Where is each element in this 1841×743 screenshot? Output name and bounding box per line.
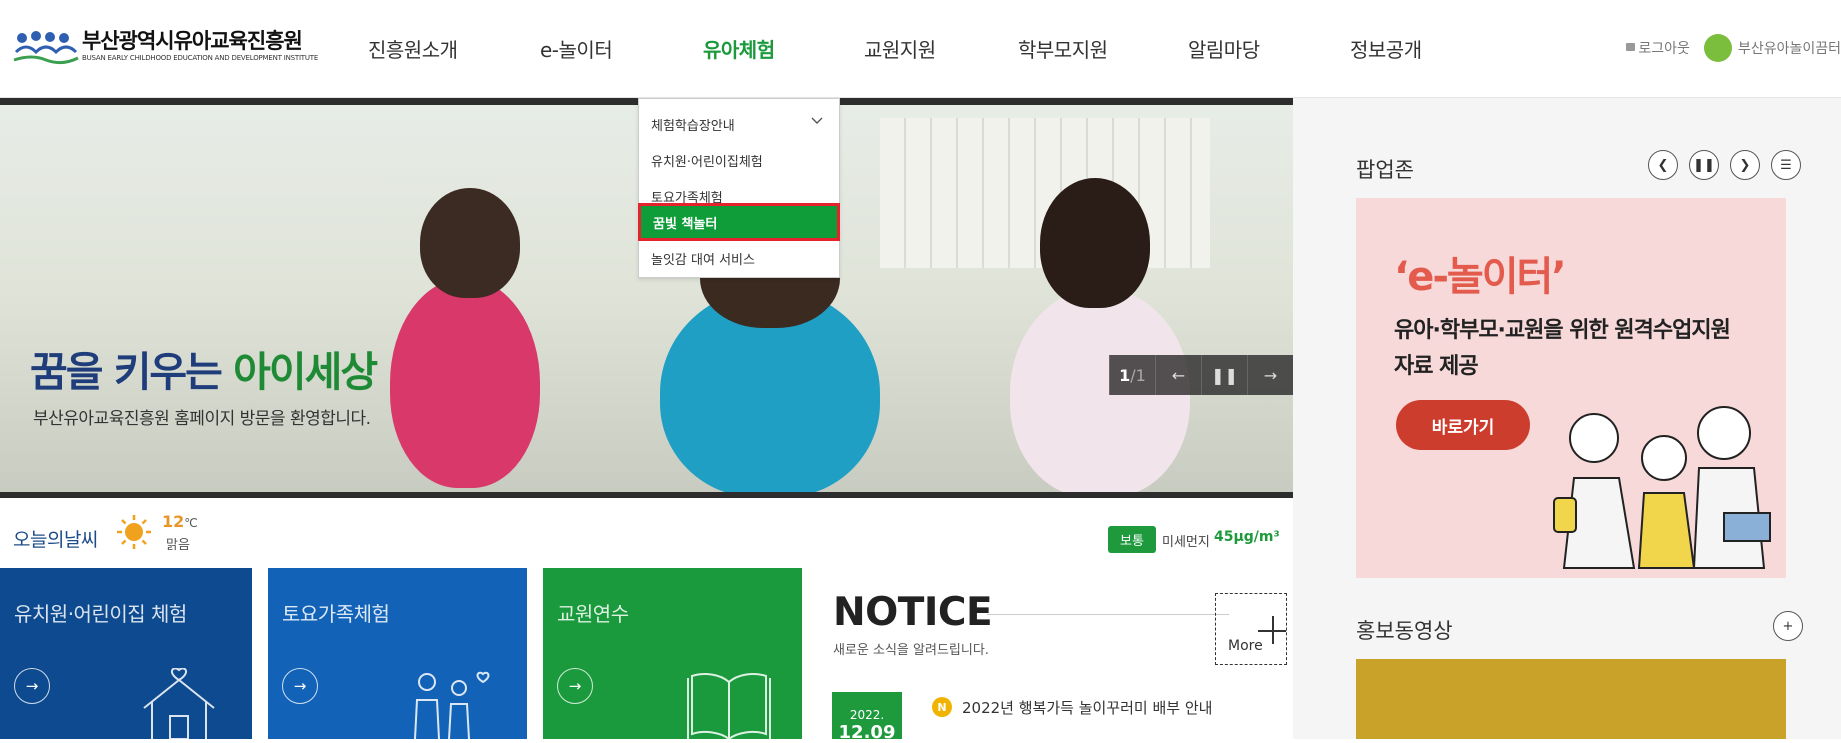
tile-teacher-training[interactable]: 교원연수 → (543, 568, 802, 739)
popup-prev-button[interactable]: ❮ (1648, 150, 1678, 180)
nav-item-disclosure[interactable]: 정보공개 (1350, 34, 1422, 63)
arrow-right-icon: → (1263, 365, 1278, 385)
popup-pause-button[interactable]: ❚❚ (1689, 150, 1719, 180)
temperature-value: 12 (162, 512, 185, 531)
logout-link[interactable]: 로그아웃 (1638, 38, 1690, 58)
banner-bottom-bar (0, 492, 1293, 498)
temperature-unit: ℃ (184, 516, 198, 530)
banner-counter-total: /1 (1130, 365, 1146, 385)
submenu-item-kindergarten-experience[interactable]: 유치원·어린이집체험 (639, 143, 839, 177)
tile-kindergarten-experience[interactable]: 유치원·어린이집 체험 → (0, 568, 252, 739)
banner-child-hair-3 (1040, 178, 1150, 308)
popup-line-2: 자료 제공 (1394, 354, 1479, 379)
site-logo[interactable]: 부산광역시유아교육진흥원 BUSAN EARLY CHILDHOOD EDUCA… (12, 20, 318, 70)
submenu-item-label: 체험학습장안내 (651, 118, 735, 134)
nav-item-institute[interactable]: 진흥원소개 (368, 34, 458, 63)
banner-controls: 1/1 ← ❚❚ → (1109, 355, 1293, 395)
popup-next-button[interactable]: ❯ (1730, 150, 1760, 180)
notice-divider (987, 614, 1229, 615)
popup-go-button[interactable]: 바로가기 (1396, 400, 1530, 450)
new-badge: N (932, 697, 952, 717)
menu-icon: ☰ (1780, 157, 1792, 173)
family-icon (414, 671, 490, 739)
logo-emblem-icon (13, 31, 79, 65)
popup-zone-title: 팝업존 (1356, 158, 1414, 182)
notice-date-year: 2022. (849, 708, 885, 722)
popup-list-button[interactable]: ☰ (1771, 150, 1801, 180)
nav-item-parent-support[interactable]: 학부모지원 (1018, 34, 1108, 63)
arrow-left-icon: ← (1171, 365, 1186, 385)
children-illustration-icon (1553, 406, 1771, 569)
child-experience-submenu: 체험학습장안내 유치원·어린이집체험 토요가족체험 꿈빛 책놀터 놀잇감 대여 … (638, 98, 840, 278)
notice-title: NOTICE (833, 590, 993, 635)
chevron-right-icon: ❯ (1739, 157, 1751, 173)
tile-label: 토요가족체험 (282, 602, 390, 626)
tree-logo-icon (1703, 34, 1732, 62)
weather-temperature: 12℃ (162, 512, 198, 531)
video-more-button[interactable]: + (1773, 611, 1803, 641)
nav-item-notice-board[interactable]: 알림마당 (1188, 34, 1260, 63)
notice-item-link[interactable]: 2022년 행복가득 놀이꾸러미 배부 안내 (962, 697, 1212, 718)
playground-link[interactable]: 부산유아놀이끔터 (1738, 38, 1841, 58)
nav-item-teacher-support[interactable]: 교원지원 (864, 34, 936, 63)
tile-saturday-family[interactable]: 토요가족체험 → (268, 568, 527, 739)
arrow-right-circle-icon: → (14, 668, 50, 704)
banner-child-girl-1 (390, 278, 540, 488)
submenu-item-venue-guide[interactable]: 체험학습장안내 (639, 107, 839, 141)
arrow-right-circle-icon: → (557, 668, 593, 704)
arrow-right-circle-icon: → (282, 668, 318, 704)
banner-next-button[interactable]: → (1247, 355, 1293, 395)
chevron-down-icon (811, 117, 823, 124)
banner-welcome-text: 부산유아교육진흥원 홈페이지 방문을 환영합니다. (33, 409, 371, 429)
pause-icon: ❚❚ (1693, 157, 1715, 173)
notice-date: 2022. 12.09 (832, 692, 902, 743)
banner-prev-button[interactable]: ← (1155, 355, 1201, 395)
pause-icon: ❚❚ (1211, 365, 1238, 385)
weather-sky: 맑음 (166, 538, 190, 553)
dust-value: 45μg/m³ (1214, 529, 1280, 545)
submenu-item-dream-book-playground[interactable]: 꿈빛 책놀터 (638, 203, 840, 241)
popup-line-1: 유아·학부모·교원을 위한 원격수업지원 (1394, 318, 1731, 343)
open-book-icon (687, 673, 771, 739)
chevron-left-icon: ❮ (1657, 157, 1669, 173)
nav-item-child-experience[interactable]: 유아체험 (703, 34, 775, 63)
promo-video-thumbnail[interactable] (1356, 659, 1786, 739)
banner-slogan: 꿈을 키우는 아이세상 (30, 338, 378, 398)
more-label: More (1228, 638, 1263, 654)
plus-icon: + (1782, 618, 1794, 634)
notice-date-day: 12.09 (838, 722, 896, 743)
notice-subtitle: 새로운 소식을 알려드립니다. (833, 643, 989, 658)
dust-status-badge: 보통 (1108, 526, 1156, 553)
slogan-part-2: 아이세상 (233, 348, 378, 396)
lock-icon (1626, 43, 1636, 51)
tile-label: 교원연수 (557, 602, 629, 626)
dust-label: 미세먼지 (1162, 535, 1210, 550)
sun-icon (117, 515, 151, 549)
banner-counter-current: 1 (1119, 365, 1131, 385)
notice-more-button[interactable]: More (1215, 593, 1287, 665)
slogan-part-1: 꿈을 키우는 (30, 348, 234, 396)
submenu-item-toy-rental[interactable]: 놀잇감 대여 서비스 (639, 241, 839, 275)
logo-title: 부산광역시유아교육진흥원 (82, 29, 303, 53)
header: 부산광역시유아교육진흥원 BUSAN EARLY CHILDHOOD EDUCA… (0, 0, 1841, 98)
popup-controls: ❮ ❚❚ ❯ ☰ (1648, 150, 1801, 180)
nav-item-e-playground[interactable]: e-놀이터 (540, 34, 613, 63)
utility-links: 로그아웃 부산유아놀이끔터 (1626, 34, 1841, 62)
promo-video-title: 홍보동영상 (1356, 619, 1453, 643)
house-icon (143, 668, 215, 739)
banner-pause-button[interactable]: ❚❚ (1201, 355, 1247, 395)
popup-banner[interactable]: ‘e-놀이터’ 유아·학부모·교원을 위한 원격수업지원 자료 제공 바로가기 (1356, 198, 1786, 578)
plus-icon-vertical (1272, 616, 1274, 644)
logo-subtitle: BUSAN EARLY CHILDHOOD EDUCATION AND DEVE… (82, 54, 319, 62)
weather-label: 오늘의날씨 (13, 529, 98, 551)
banner-child-hair-1 (420, 188, 520, 298)
banner-counter: 1/1 (1109, 355, 1155, 395)
tile-label: 유치원·어린이집 체험 (14, 602, 187, 626)
popup-heading: ‘e-놀이터’ (1394, 254, 1567, 300)
